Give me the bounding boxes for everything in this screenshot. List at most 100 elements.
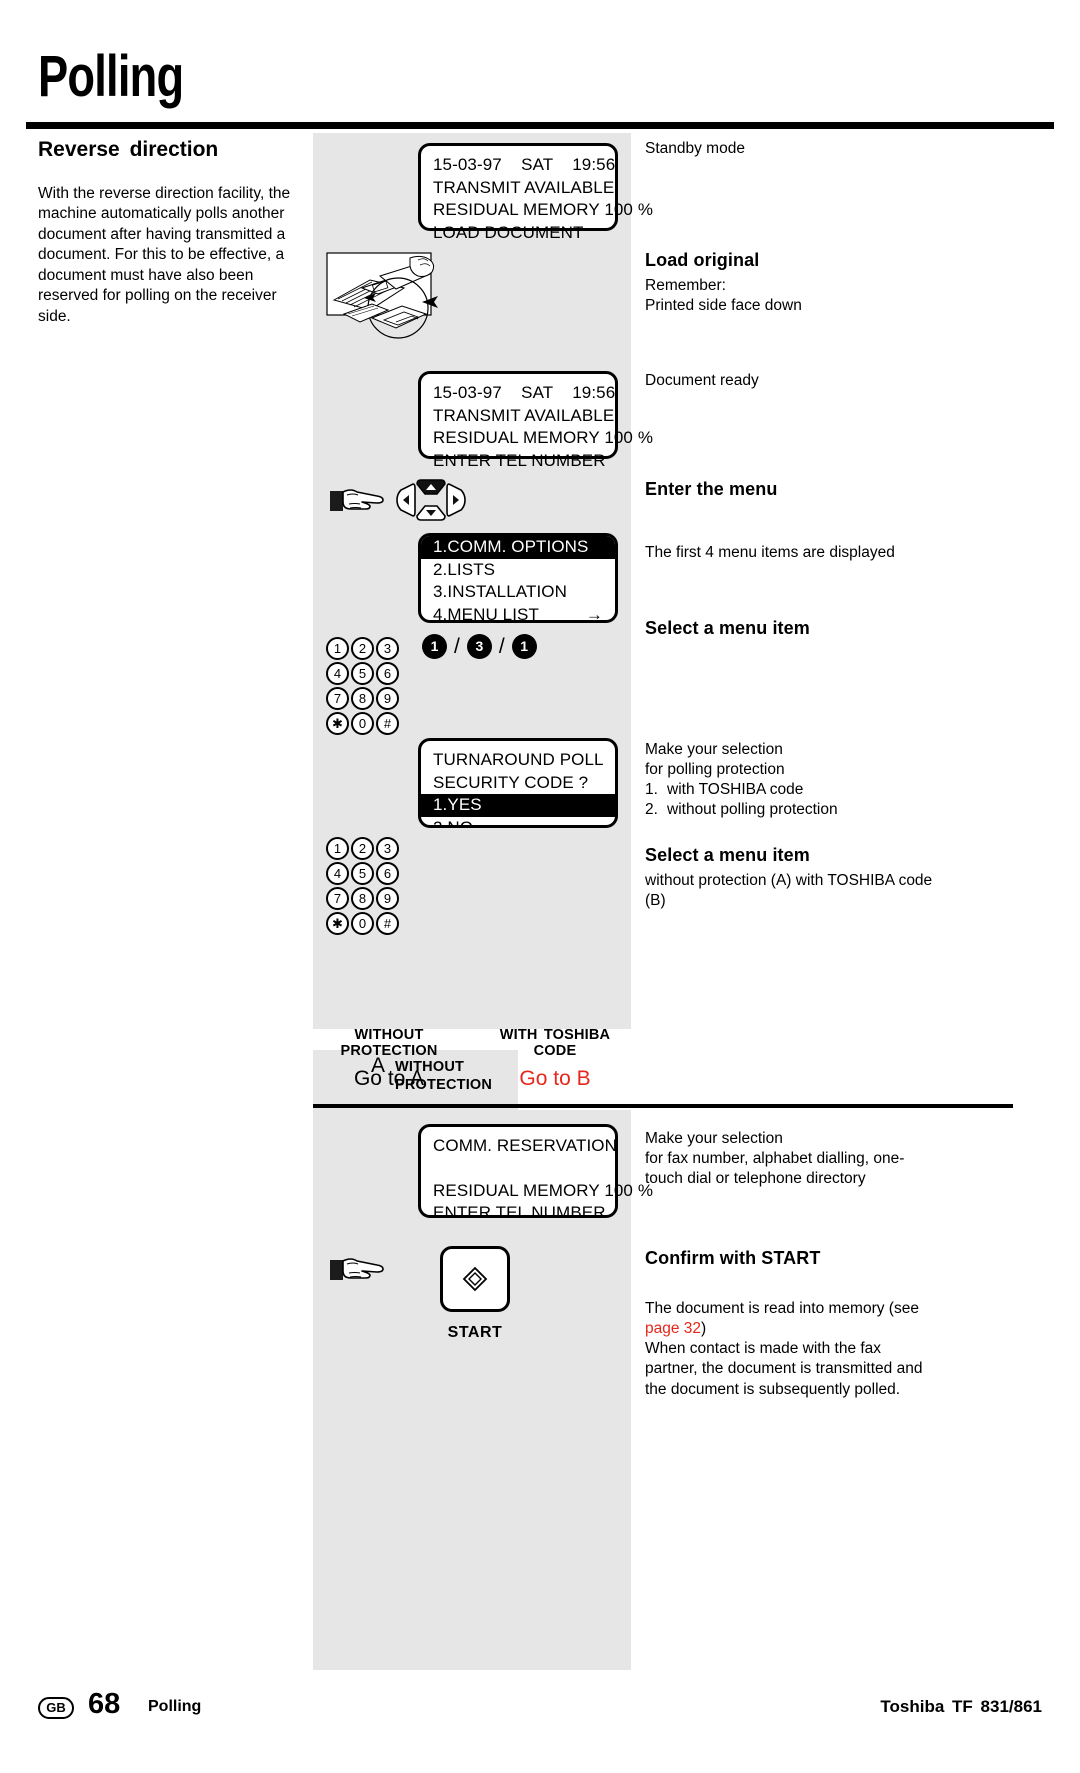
sequence-separator: / — [454, 634, 460, 658]
keypad-key[interactable]: 7 — [326, 887, 349, 910]
lcd-line: TURNAROUND POLL — [433, 750, 604, 769]
page-number: 68 — [88, 1688, 121, 1720]
footer-brand: Toshiba TF 831/861 — [880, 1697, 1042, 1716]
keypad-key[interactable]: 6 — [376, 862, 399, 885]
title-divider — [26, 122, 1054, 129]
lcd-menu-item: 3.INSTALLATION — [433, 582, 567, 602]
section-heading: Reverse direction — [38, 138, 219, 161]
keypad-key[interactable]: 1 — [326, 637, 349, 660]
note-option-list: 1. with TOSHIBA code 2. without polling pr… — [645, 780, 935, 820]
keypad-key-hash[interactable]: # — [376, 912, 399, 935]
start-button-group: START — [440, 1246, 510, 1342]
note-option-text: with TOSHIBA code — [667, 781, 804, 799]
keypad-row: 4 5 6 — [326, 862, 400, 885]
start-button[interactable] — [440, 1246, 510, 1312]
note-text: The first 4 menu items are displayed — [645, 544, 895, 561]
note-text: The document is read into memory (see pa… — [645, 1299, 935, 1339]
note-heading: Select a menu item — [645, 845, 810, 865]
keypad-key[interactable]: 6 — [376, 662, 399, 685]
lcd-line: ENTER TEL NUMBER — [433, 1203, 606, 1223]
key-sequence-indicator: 1 / 3 / 1 — [422, 634, 537, 659]
keypad-key[interactable]: 2 — [351, 837, 374, 860]
sequence-key: 3 — [466, 634, 492, 659]
note-option-text: without polling protection — [667, 801, 838, 819]
keypad-key[interactable]: 1 — [326, 837, 349, 860]
lcd-standby-display: 15-03-97 SAT 19:56 TRANSMIT AVAILABLE RE… — [418, 143, 654, 242]
step-a-label-line: WITHOUT — [395, 1059, 465, 1075]
keypad-key[interactable]: 8 — [351, 687, 374, 710]
pointing-hand-icon — [330, 489, 384, 511]
note-select-menu-item-1: Select a menu item — [645, 618, 935, 644]
note-heading: Confirm with START — [645, 1248, 821, 1268]
keypad-key[interactable]: 5 — [351, 662, 374, 685]
footer-section-name: Polling — [148, 1698, 202, 1715]
keypad-key-hash[interactable]: # — [376, 712, 399, 735]
lcd-line: SECURITY CODE ? — [433, 772, 589, 792]
start-diamond-icon — [462, 1266, 488, 1292]
sequence-key: 1 — [511, 634, 537, 659]
keypad-row: 1 2 3 — [326, 637, 400, 660]
pointing-hand-icon — [330, 1258, 384, 1280]
lcd-line: COMM. RESERVATION — [433, 1136, 617, 1155]
sequence-key: 1 — [422, 634, 447, 659]
note-fax-selection: Make your selection for fax number, alph… — [645, 1129, 935, 1189]
sequence-separator: / — [498, 634, 505, 658]
keypad-row: 7 8 9 — [326, 887, 400, 910]
step-a-letter: A — [371, 1054, 386, 1077]
keypad-key[interactable]: 3 — [376, 637, 399, 660]
keypad-key-star[interactable]: ✱ — [326, 912, 349, 935]
keypad-key[interactable]: 0 — [351, 912, 374, 935]
note-select-menu-item-2: Select a menu item without protection (A… — [645, 845, 935, 911]
step-a-label: WITHOUT PROTECTION — [395, 1054, 492, 1094]
lcd-line-blank — [421, 1158, 615, 1180]
branch-option-b[interactable]: WITH TOSHIBA CODE Go to B — [479, 1027, 631, 1091]
keypad-key[interactable]: 8 — [351, 887, 374, 910]
note-text: Remember: — [645, 277, 726, 294]
keypad-key[interactable]: 4 — [326, 862, 349, 885]
note-document-ready: Document ready — [645, 371, 935, 391]
lcd-line: 15-03-97 SAT 19:56 — [433, 383, 616, 402]
keypad-row: 7 8 9 — [326, 687, 400, 710]
keypad-key[interactable]: 2 — [351, 637, 374, 660]
navigation-pad-icon[interactable] — [395, 478, 467, 522]
page-reference-link[interactable]: page 32 — [645, 1320, 701, 1337]
lcd-menu-item-selected: 1.COMM. OPTIONS — [421, 536, 615, 559]
lcd-line: RESIDUAL MEMORY 100 % — [433, 200, 654, 220]
note-memory-info: The document is read into memory (see pa… — [645, 1299, 935, 1400]
note-polling-protection: Make your selection for polling protecti… — [645, 740, 935, 821]
lcd-menu-display: 1.COMM. OPTIONS 2.LISTS 3.INSTALLATION 4… — [418, 533, 618, 623]
lcd-comm-reservation-display: COMM. RESERVATION RESIDUAL MEMORY 100 % … — [418, 1124, 653, 1222]
lcd-menu-item-label: 4.MENU LIST — [433, 604, 539, 623]
note-text: Standby mode — [645, 140, 745, 157]
note-text-pre: The document is read into memory (see — [645, 1300, 919, 1317]
keypad-key[interactable]: 5 — [351, 862, 374, 885]
numeric-keypad[interactable]: 1 2 3 4 5 6 7 8 9 ✱ 0 # — [326, 637, 400, 737]
keypad-row: 1 2 3 — [326, 837, 400, 860]
lcd-option-selected: 1.YES — [421, 794, 615, 817]
keypad-key-star[interactable]: ✱ — [326, 712, 349, 735]
locale-badge: GB — [38, 1697, 74, 1719]
note-text: Make your selection — [645, 1130, 783, 1147]
note-confirm-start: Confirm with START — [645, 1248, 935, 1274]
note-text: Make your selection — [645, 741, 783, 758]
page-title: Polling — [38, 44, 184, 109]
keypad-key[interactable]: 3 — [376, 837, 399, 860]
note-text: Printed side face down — [645, 297, 802, 315]
note-heading: Select a menu item — [645, 618, 810, 638]
right-arrow-icon: → — [585, 604, 603, 623]
branch-b-goto[interactable]: Go to B — [479, 1067, 631, 1091]
keypad-key[interactable]: 9 — [376, 887, 399, 910]
lcd-menu-item: 4.MENU LIST → — [421, 604, 615, 623]
lcd-line: RESIDUAL MEMORY 100 % — [433, 428, 654, 448]
keypad-key[interactable]: 9 — [376, 687, 399, 710]
keypad-key[interactable]: 4 — [326, 662, 349, 685]
keypad-row: 4 5 6 — [326, 662, 400, 685]
keypad-key[interactable]: 0 — [351, 712, 374, 735]
keypad-key[interactable]: 7 — [326, 687, 349, 710]
start-button-label: START — [447, 1324, 503, 1341]
note-text: without protection (A) with TOSHIBA code… — [645, 872, 933, 910]
numeric-keypad[interactable]: 1 2 3 4 5 6 7 8 9 ✱ 0 # — [326, 837, 400, 937]
note-first-four-items: The first 4 menu items are displayed — [645, 543, 935, 563]
lcd-document-ready-display: 15-03-97 SAT 19:56 TRANSMIT AVAILABLE RE… — [418, 371, 654, 470]
fax-load-document-illustration — [326, 252, 438, 339]
